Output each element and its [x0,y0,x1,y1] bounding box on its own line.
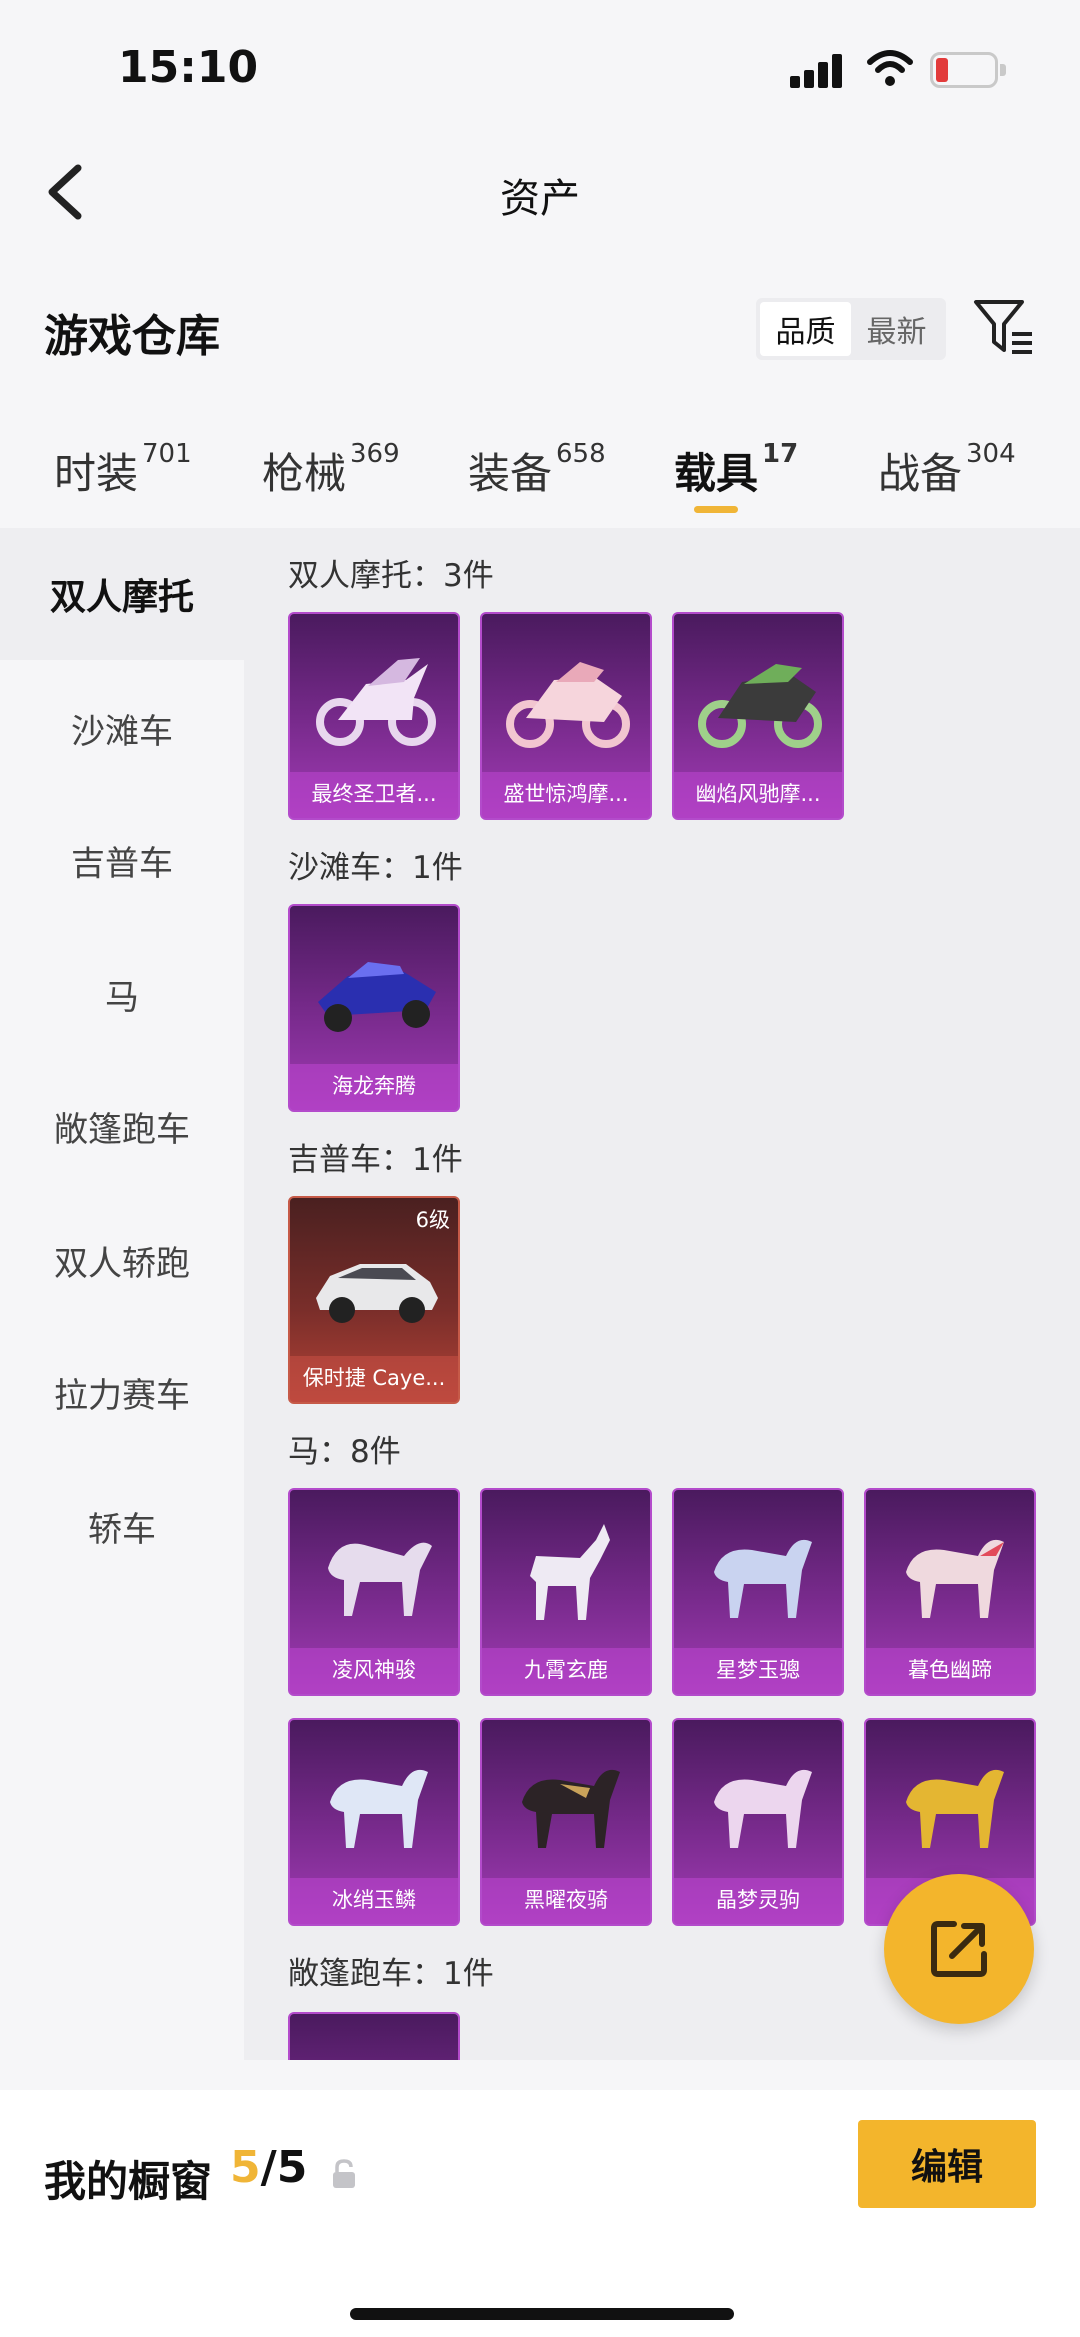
tab-equipment[interactable]: 装备 658 [468,440,606,501]
lock-icon [333,2159,355,2188]
share-button[interactable] [884,1874,1034,2024]
sidebar-item-beach-buggy[interactable]: 沙滩车 [0,662,244,794]
section-title: 游戏仓库 [44,311,220,362]
sidebar-item-two-seat-coupe[interactable]: 双人轿跑 [0,1194,244,1326]
horse-icon [714,1539,812,1618]
vehicle-name: 九霄玄鹿 [482,1648,650,1694]
suv-icon [316,1264,438,1323]
sort-option-newest[interactable]: 最新 [851,302,942,356]
vehicle-name: 暮色幽蹄 [866,1648,1034,1694]
status-time: 15:10 [118,42,259,93]
vehicle-card[interactable]: 黑曜夜骑 [480,1718,652,1926]
vehicle-card[interactable]: 晶梦灵驹 [672,1718,844,1926]
vehicle-type-sidebar: 双人摩托 沙滩车 吉普车 马 敞篷跑车 双人轿跑 拉力赛车 轿车 [0,528,244,2060]
horse-icon [330,1769,428,1848]
sidebar-item-sedan[interactable]: 轿车 [0,1460,244,1592]
sidebar-item-convertible[interactable]: 敞篷跑车 [0,1060,244,1192]
tab-active-indicator [694,506,738,513]
edit-button[interactable]: 编辑 [858,2120,1036,2208]
vehicle-card[interactable]: 幽焰风驰摩... [672,612,844,820]
vehicle-name: 冰绡玉鳞 [290,1878,458,1924]
sidebar-item-two-seat-motorcycle[interactable]: 双人摩托 [0,528,244,660]
tab-vehicles[interactable]: 载具 17 [674,440,798,501]
horse-icon [906,1769,1004,1848]
vehicle-name: 星梦玉骢 [674,1648,842,1694]
signal-icon [790,54,844,88]
motorcycle-icon [506,662,630,748]
horse-icon [714,1769,812,1848]
horse-icon [328,1542,432,1616]
car-icon [308,2040,444,2060]
status-bar: 15:10 [0,0,1080,140]
content-area: 双人摩托 沙滩车 吉普车 马 敞篷跑车 双人轿跑 拉力赛车 轿车 双人摩托：3件… [0,528,1080,2060]
atv-icon [318,962,436,1032]
home-indicator [350,2308,734,2320]
vehicle-list: 双人摩托：3件 最终圣卫者... 盛世惊鸿摩... 幽焰风驰摩... 沙滩车：1… [244,528,1080,2060]
battery-icon [930,52,1006,88]
showcase-count: 5/5 [230,2142,308,2193]
vehicle-name: 海龙奔腾 [290,1064,458,1110]
vehicle-card[interactable]: 凌风神骏 [288,1488,460,1696]
group-label: 马：8件 [288,1434,401,1470]
sort-option-quality[interactable]: 品质 [760,302,851,356]
wifi-icon [867,50,913,86]
vehicle-card[interactable]: 冰绡玉鳞 [288,1718,460,1926]
deer-icon [530,1524,610,1620]
vehicle-card[interactable]: 暮色幽蹄 [864,1488,1036,1696]
vehicle-card[interactable]: 海龙奔腾 [288,904,460,1112]
horse-icon [906,1539,1004,1618]
vehicle-name: 保时捷 Caye... [290,1356,458,1402]
page-title: 资产 [500,176,580,222]
vehicle-name: 晶梦灵驹 [674,1878,842,1924]
vehicle-card[interactable]: 6级 保时捷 Caye... [288,1196,460,1404]
tab-combat-gear[interactable]: 战备 304 [878,440,1016,501]
motorcycle-icon [316,658,436,746]
filter-icon[interactable] [972,296,1036,360]
sidebar-item-horse[interactable]: 马 [0,928,244,1060]
vehicle-card[interactable] [288,2012,460,2060]
vehicle-card[interactable]: 九霄玄鹿 [480,1488,652,1696]
vehicle-card[interactable]: 最终圣卫者... [288,612,460,820]
motorcycle-icon [698,664,822,748]
vehicle-name: 黑曜夜骑 [482,1878,650,1924]
sidebar-item-jeep[interactable]: 吉普车 [0,794,244,926]
sort-toggle[interactable]: 品质 最新 [756,298,946,360]
vehicle-name: 盛世惊鸿摩... [482,772,650,818]
vehicle-name: 凌风神骏 [290,1648,458,1694]
group-label: 吉普车：1件 [288,1142,463,1178]
category-tabs: 时装 701 枪械 369 装备 658 载具 17 战备 304 [0,420,1080,520]
horse-icon [522,1769,620,1848]
vehicle-name: 幽焰风驰摩... [674,772,842,818]
sidebar-item-rally-car[interactable]: 拉力赛车 [0,1326,244,1458]
vehicle-name: 最终圣卫者... [290,772,458,818]
tab-guns[interactable]: 枪械 369 [262,440,400,501]
showcase-bar: 我的橱窗 5/5 编辑 [0,2090,1080,2337]
tab-fashion[interactable]: 时装 701 [54,440,192,501]
vehicle-card[interactable]: 盛世惊鸿摩... [480,612,652,820]
vehicle-card[interactable]: 星梦玉骢 [672,1488,844,1696]
group-label: 沙滩车：1件 [288,850,463,886]
share-icon [931,1921,987,1977]
showcase-label: 我的橱窗 [44,2157,213,2206]
group-label: 敞篷跑车：1件 [288,1956,494,1992]
group-label: 双人摩托：3件 [288,558,494,594]
